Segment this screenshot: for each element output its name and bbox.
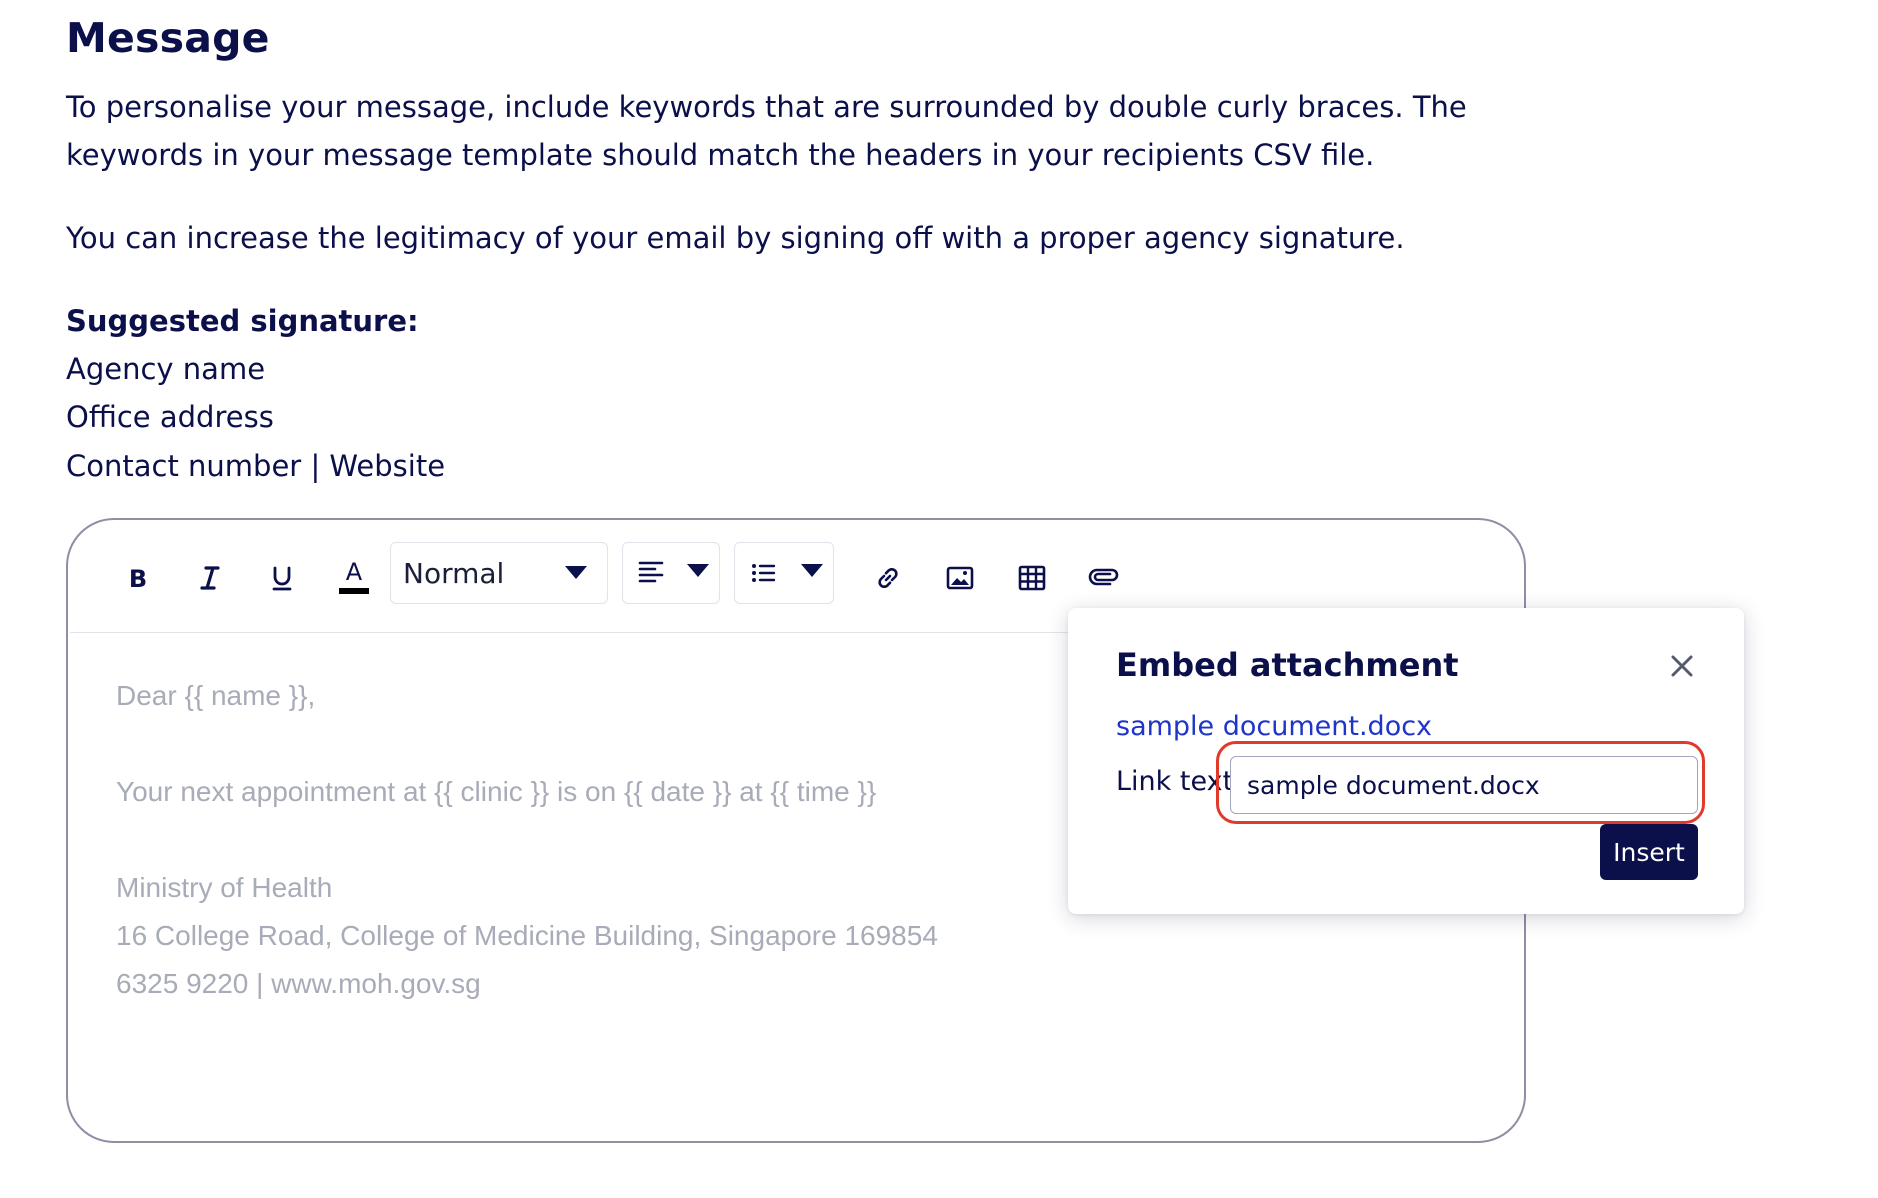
image-button[interactable] [934,552,986,604]
link-button[interactable] [862,552,914,604]
underline-icon [272,566,292,591]
signature-heading: Suggested signature: [66,304,419,338]
embed-attachment-popover: Embed attachment sample document.docx Li… [1068,608,1744,914]
table-icon [1018,565,1046,591]
svg-text:A: A [346,558,363,586]
link-text-input[interactable] [1230,756,1698,814]
align-dropdown[interactable] [622,542,720,604]
text-format-dropdown[interactable]: Normal [390,542,608,604]
align-left-icon [638,561,664,583]
bold-icon: B [129,565,147,593]
insert-button[interactable]: Insert [1600,824,1698,880]
signature-line-contact: Contact number | Website [66,449,446,483]
font-color-button[interactable]: A [328,552,380,604]
italic-icon [200,566,220,590]
placeholder-contact: 6325 9220 | www.moh.gov.sg [116,968,481,999]
chevron-down-icon [801,564,823,577]
page-title: Message [66,14,270,62]
chevron-down-icon [687,564,709,577]
signature-line-agency: Agency name [66,352,266,386]
font-color-icon: A [339,558,369,594]
close-icon [1671,655,1693,677]
attachment-file-link[interactable]: sample document.docx [1116,711,1432,742]
svg-text:B: B [129,565,147,593]
attachment-button[interactable] [1078,552,1130,604]
chevron-down-icon [565,566,587,579]
image-icon [946,566,974,590]
italic-button[interactable] [184,552,236,604]
table-button[interactable] [1006,552,1058,604]
placeholder-agency: Ministry of Health [116,872,333,903]
list-icon [752,564,776,582]
signature-line-address: Office address [66,400,274,434]
bold-button[interactable]: B [112,552,164,604]
list-dropdown[interactable] [734,542,834,604]
placeholder-greeting: Dear {{ name }}, [116,680,316,711]
underline-button[interactable] [256,552,308,604]
placeholder-appointment: Your next appointment at {{ clinic }} is… [116,776,877,807]
placeholder-address: 16 College Road, College of Medicine Bui… [116,920,938,951]
intro-text: To personalise your message, include key… [66,90,1467,172]
legitimacy-text: You can increase the legitimacy of your … [66,221,1405,255]
popover-title: Embed attachment [1116,646,1459,684]
text-format-value: Normal [403,556,505,590]
link-text-label: Link text [1116,766,1234,797]
attachment-icon [1088,568,1119,586]
link-icon [878,567,898,589]
close-button[interactable] [1664,648,1700,684]
